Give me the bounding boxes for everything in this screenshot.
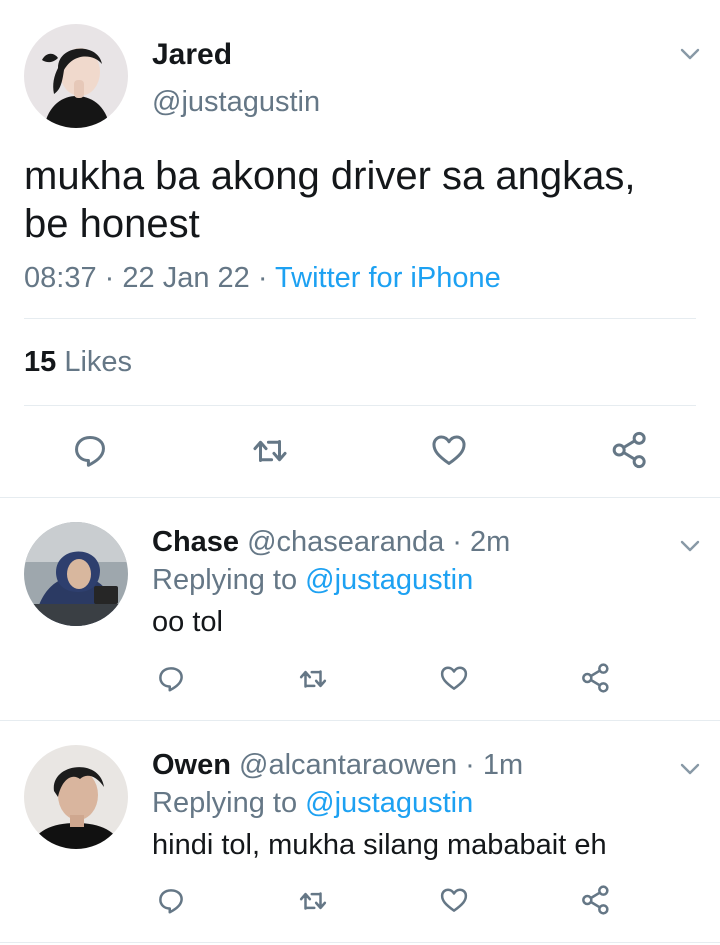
chevron-down-icon[interactable] (678, 757, 702, 781)
retweet-icon[interactable] (250, 432, 290, 470)
section-divider (0, 942, 720, 943)
share-icon[interactable] (610, 430, 650, 470)
like-icon[interactable] (438, 663, 470, 693)
divider (24, 405, 696, 406)
reply-avatar[interactable] (24, 745, 128, 849)
main-author-handle[interactable]: @justagustin (152, 86, 320, 119)
tweet-date: 22 Jan 22 (122, 262, 250, 294)
section-divider (0, 497, 720, 498)
tweet-source-link[interactable]: Twitter for iPhone (275, 262, 501, 294)
section-divider (0, 720, 720, 721)
tweet-meta: 08:37 · 22 Jan 22 · Twitter for iPhone (24, 262, 501, 295)
tweet-text: mukha ba akong driver sa angkas, be hone… (24, 152, 704, 248)
replying-to-handle[interactable]: @justagustin (305, 564, 473, 596)
reply-icon[interactable] (156, 664, 186, 694)
replying-to-label: Replying to (152, 564, 298, 596)
meta-separator: · (257, 262, 268, 294)
meta-separator: · (104, 262, 115, 294)
meta-separator: · (465, 749, 475, 781)
like-icon[interactable] (438, 885, 470, 915)
likes-label: Likes (64, 346, 133, 378)
tweet-text-line-2: be honest (24, 202, 200, 246)
reply-time: 2m (470, 526, 511, 558)
likes-count: 15 (24, 346, 57, 378)
reply-author-name[interactable]: Chase (152, 526, 239, 558)
reply-author-name[interactable]: Owen (152, 749, 231, 781)
reply-icon[interactable] (156, 886, 186, 916)
reply-avatar[interactable] (24, 522, 128, 626)
reply-time: 1m (482, 749, 524, 781)
tweet-time: 08:37 (24, 262, 97, 294)
share-icon[interactable] (580, 884, 612, 916)
divider (24, 318, 696, 319)
share-icon[interactable] (580, 662, 612, 694)
likes-stat[interactable]: 15 Likes (24, 346, 132, 379)
replying-to: Replying to @justagustin (152, 564, 473, 597)
retweet-icon[interactable] (297, 664, 329, 694)
chevron-down-icon[interactable] (678, 534, 702, 558)
chevron-down-icon[interactable] (678, 42, 702, 66)
reply-author-handle[interactable]: @chasearanda (247, 526, 444, 558)
meta-separator: · (452, 526, 462, 558)
reply-icon[interactable] (71, 432, 109, 470)
like-icon[interactable] (429, 431, 469, 469)
replying-to-handle[interactable]: @justagustin (305, 787, 473, 819)
main-avatar[interactable] (24, 24, 128, 128)
tweet-text-line-1: mukha ba akong driver sa angkas, (24, 154, 636, 198)
reply-author-handle[interactable]: @alcantaraowen (239, 749, 457, 781)
reply-text: hindi tol, mukha silang mababait eh (152, 829, 607, 861)
replying-to: Replying to @justagustin (152, 787, 473, 820)
retweet-icon[interactable] (297, 886, 329, 916)
main-author-name[interactable]: Jared (152, 38, 232, 72)
replying-to-label: Replying to (152, 787, 298, 819)
reply-header: Owen @alcantaraowen · 1m (152, 749, 523, 782)
reply-text: oo tol (152, 606, 223, 638)
reply-header: Chase @chasearanda · 2m (152, 526, 510, 559)
